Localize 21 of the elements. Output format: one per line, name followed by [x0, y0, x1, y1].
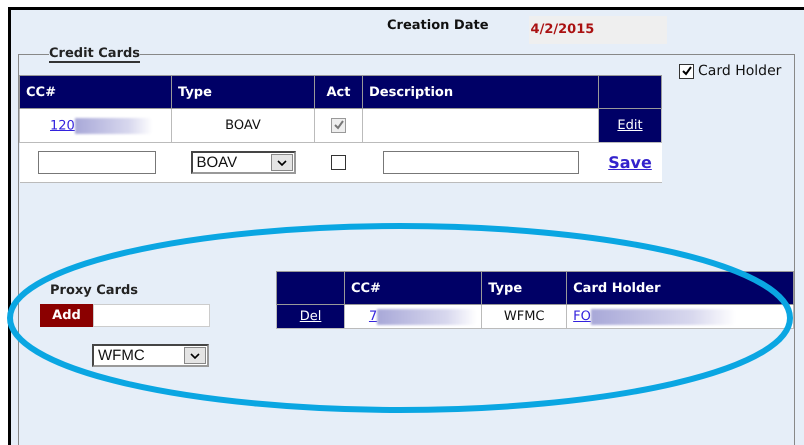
card-holder-link[interactable]: FO: [573, 309, 591, 324]
column-header: Type: [172, 76, 314, 108]
add-button[interactable]: Add: [40, 304, 93, 327]
table-cell: BOAV: [172, 108, 314, 142]
column-header: CC#: [20, 76, 172, 108]
table-cell: WFMC: [482, 304, 567, 328]
column-header: Type: [482, 272, 567, 304]
creation-date-value: 4/2/2015: [528, 16, 667, 44]
card-number-link[interactable]: 120: [50, 118, 75, 134]
creation-date-label: Creation Date: [387, 18, 489, 32]
column-header: Act: [314, 76, 362, 108]
type-select[interactable]: WFMC: [92, 344, 209, 367]
column-header: Card Holder: [566, 272, 794, 304]
card-holder-label: Card Holder: [698, 63, 782, 79]
type-select[interactable]: BOAV: [190, 151, 296, 174]
column-header: Description: [362, 76, 598, 108]
column-header: CC#: [344, 272, 482, 304]
card-number-link[interactable]: 7: [368, 309, 378, 324]
edit-link[interactable]: Edit: [617, 118, 643, 133]
proxy-cards-label: Proxy Cards: [50, 283, 140, 298]
credit-cards-legend: Credit Cards: [49, 46, 140, 63]
